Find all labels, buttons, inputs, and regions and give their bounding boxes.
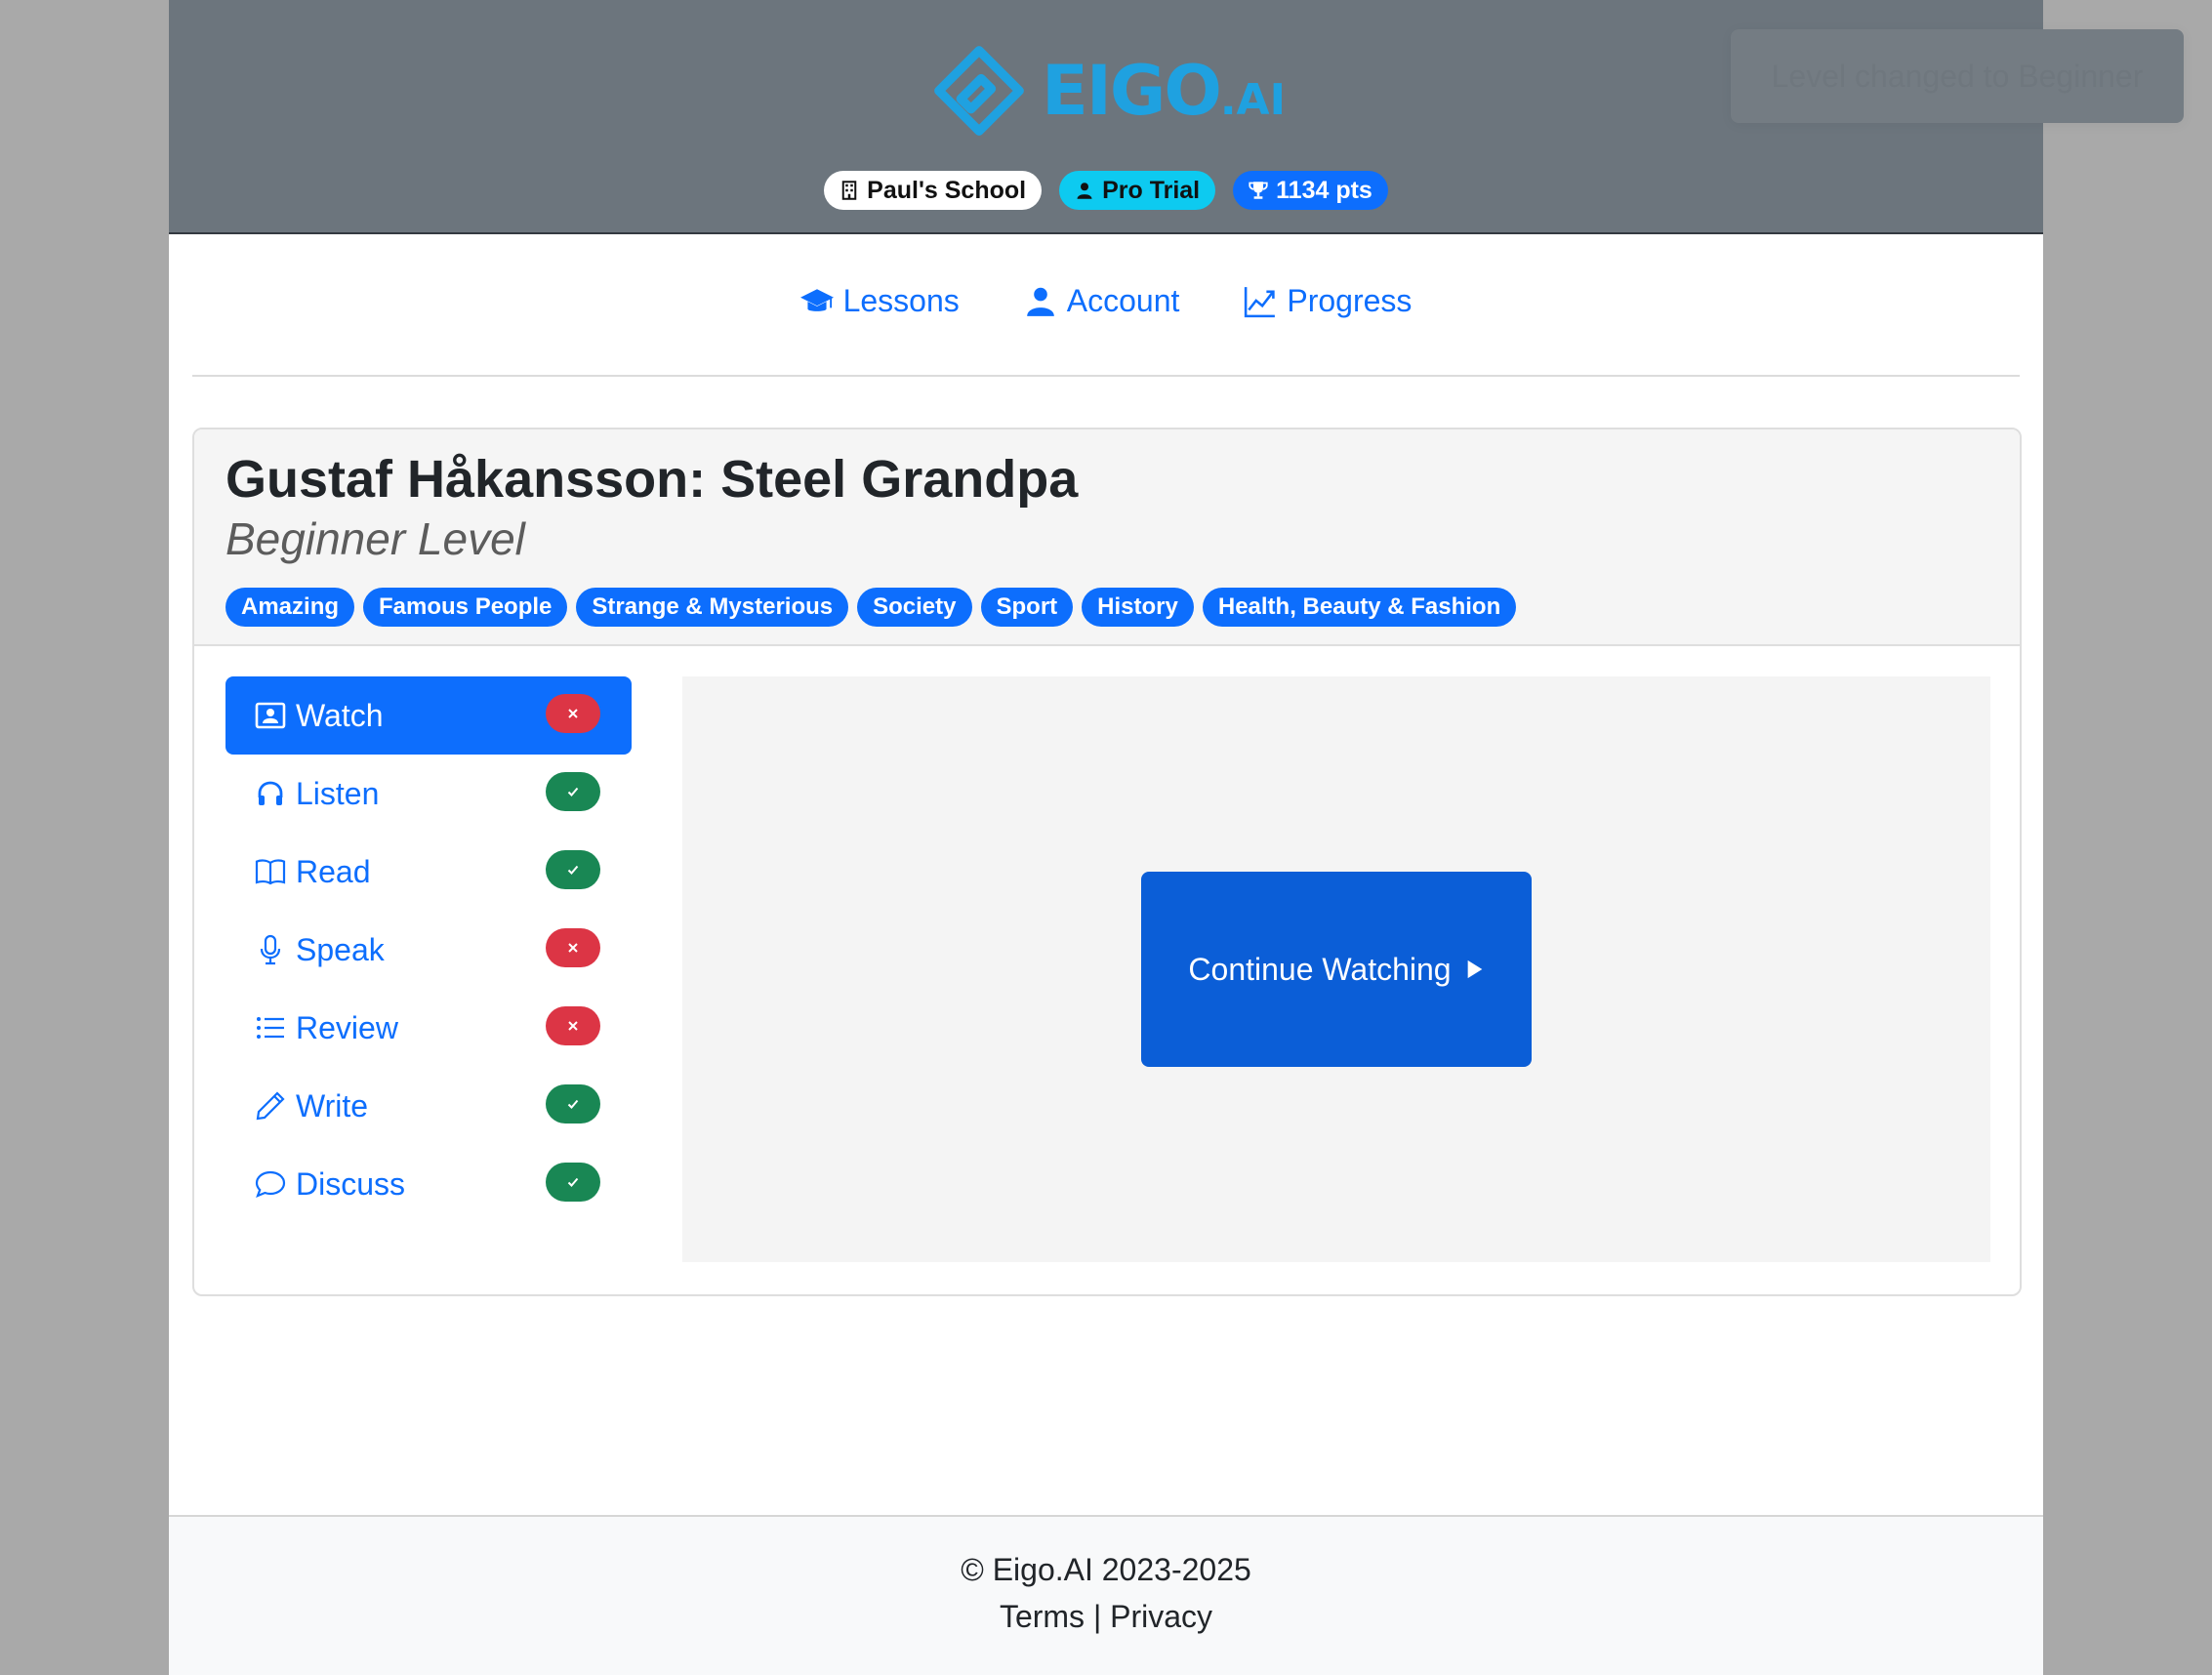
- eigo-logo-icon: [934, 46, 1024, 136]
- plan-badge[interactable]: Pro Trial: [1059, 171, 1216, 210]
- header: EIGO.AI Level changed to Beginner Paul's…: [169, 0, 2184, 234]
- menu-item-speak[interactable]: Speak: [225, 911, 632, 989]
- check-icon: [567, 1177, 579, 1187]
- mic-icon: [260, 934, 281, 965]
- points-value: 1134 pts: [1276, 176, 1372, 204]
- logo[interactable]: EIGO.AI: [928, 37, 1286, 144]
- nav-progress-label: Progress: [1287, 283, 1413, 318]
- nav-account-label: Account: [1066, 283, 1180, 318]
- activity-menu: Watch Listen Read Speak Review Write Dis…: [225, 676, 632, 1223]
- list-icon: [257, 1017, 284, 1039]
- menu-item-listen[interactable]: Listen: [225, 755, 632, 833]
- chat-icon: [255, 1170, 286, 1198]
- lesson-level: Beginner Level: [225, 513, 525, 564]
- graduation-cap-icon: [799, 288, 834, 311]
- copyright: © Eigo.AI 2023-2025: [961, 1552, 1251, 1587]
- continue-watching-button[interactable]: Continue Watching: [1141, 872, 1532, 1067]
- menu-item-read[interactable]: Read: [225, 833, 632, 911]
- video-person-icon: [255, 702, 286, 729]
- terms-link[interactable]: Terms: [1000, 1599, 1085, 1634]
- page: EIGO.AI Level changed to Beginner Paul's…: [169, 0, 2184, 1675]
- lesson-header: Gustaf Håkansson: Steel Grandpa Beginner…: [194, 429, 2020, 646]
- video-player[interactable]: Continue Watching: [682, 676, 1990, 1262]
- nav-progress[interactable]: Progress: [1244, 283, 1412, 319]
- toast-notification: Level changed to Beginner: [1731, 29, 2184, 123]
- menu-item-watch[interactable]: Watch: [225, 676, 632, 755]
- menu-item-label: Speak: [296, 931, 385, 967]
- logo-text: EIGO.AI: [1042, 51, 1286, 131]
- plan-label: Pro Trial: [1102, 176, 1201, 204]
- check-icon: [567, 1099, 579, 1109]
- header-badges: Paul's School Pro Trial 1134 pts: [169, 171, 2043, 210]
- nav-lessons-label: Lessons: [842, 283, 960, 318]
- menu-item-label: Watch: [296, 697, 384, 733]
- headphones-icon: [258, 781, 283, 805]
- status-complete-badge: [546, 772, 600, 811]
- lesson-title: Gustaf Håkansson: Steel Grandpa: [225, 450, 1079, 509]
- play-icon: [1467, 960, 1482, 979]
- status-incomplete-badge: [546, 928, 600, 967]
- x-icon: [568, 1021, 578, 1031]
- trophy-icon: [1249, 182, 1268, 199]
- status-complete-badge: [546, 850, 600, 889]
- person-icon: [1026, 287, 1054, 316]
- menu-item-label: Read: [296, 853, 371, 889]
- status-incomplete-badge: [546, 694, 600, 733]
- building-icon: [841, 181, 857, 200]
- tag-health-beauty-fashion[interactable]: Health, Beauty & Fashion: [1202, 588, 1517, 627]
- status-complete-badge: [546, 1084, 600, 1123]
- nav-lessons[interactable]: Lessons: [799, 283, 960, 319]
- book-icon: [255, 859, 286, 885]
- privacy-link[interactable]: Privacy: [1110, 1599, 1212, 1634]
- person-icon: [1077, 183, 1092, 199]
- footer-separator: |: [1085, 1599, 1111, 1634]
- main-nav: Lessons Account Progress: [169, 283, 2043, 319]
- pencil-icon: [256, 1091, 285, 1121]
- check-icon: [567, 865, 579, 875]
- status-complete-badge: [546, 1163, 600, 1202]
- tag-strange-mysterious[interactable]: Strange & Mysterious: [576, 588, 849, 627]
- school-badge[interactable]: Paul's School: [824, 171, 1043, 210]
- footer-links: Terms | Privacy: [169, 1599, 2043, 1635]
- nav-account[interactable]: Account: [1024, 283, 1180, 319]
- tag-sport[interactable]: Sport: [980, 588, 1074, 627]
- menu-item-review[interactable]: Review: [225, 989, 632, 1067]
- menu-item-write[interactable]: Write: [225, 1067, 632, 1145]
- menu-item-label: Listen: [296, 775, 380, 811]
- lesson-card: Gustaf Håkansson: Steel Grandpa Beginner…: [192, 428, 2022, 1296]
- menu-item-discuss[interactable]: Discuss: [225, 1145, 632, 1223]
- school-name: Paul's School: [867, 176, 1027, 204]
- continue-watching-label: Continue Watching: [1188, 951, 1452, 987]
- x-icon: [568, 709, 578, 718]
- menu-item-label: Review: [296, 1009, 398, 1045]
- check-icon: [567, 787, 579, 797]
- x-icon: [568, 943, 578, 953]
- points-badge[interactable]: 1134 pts: [1233, 171, 1388, 210]
- tag-famous-people[interactable]: Famous People: [363, 588, 568, 627]
- menu-item-label: Write: [296, 1087, 369, 1123]
- lesson-tags: Amazing Famous People Strange & Mysterio…: [225, 588, 1517, 627]
- tag-society[interactable]: Society: [857, 588, 972, 627]
- graph-up-icon: [1245, 286, 1276, 317]
- menu-item-label: Discuss: [296, 1165, 406, 1202]
- tag-amazing[interactable]: Amazing: [225, 588, 355, 627]
- nav-divider: [192, 375, 2020, 377]
- footer: © Eigo.AI 2023-2025 Terms | Privacy: [169, 1515, 2043, 1675]
- status-incomplete-badge: [546, 1006, 600, 1045]
- tag-history[interactable]: History: [1082, 588, 1194, 627]
